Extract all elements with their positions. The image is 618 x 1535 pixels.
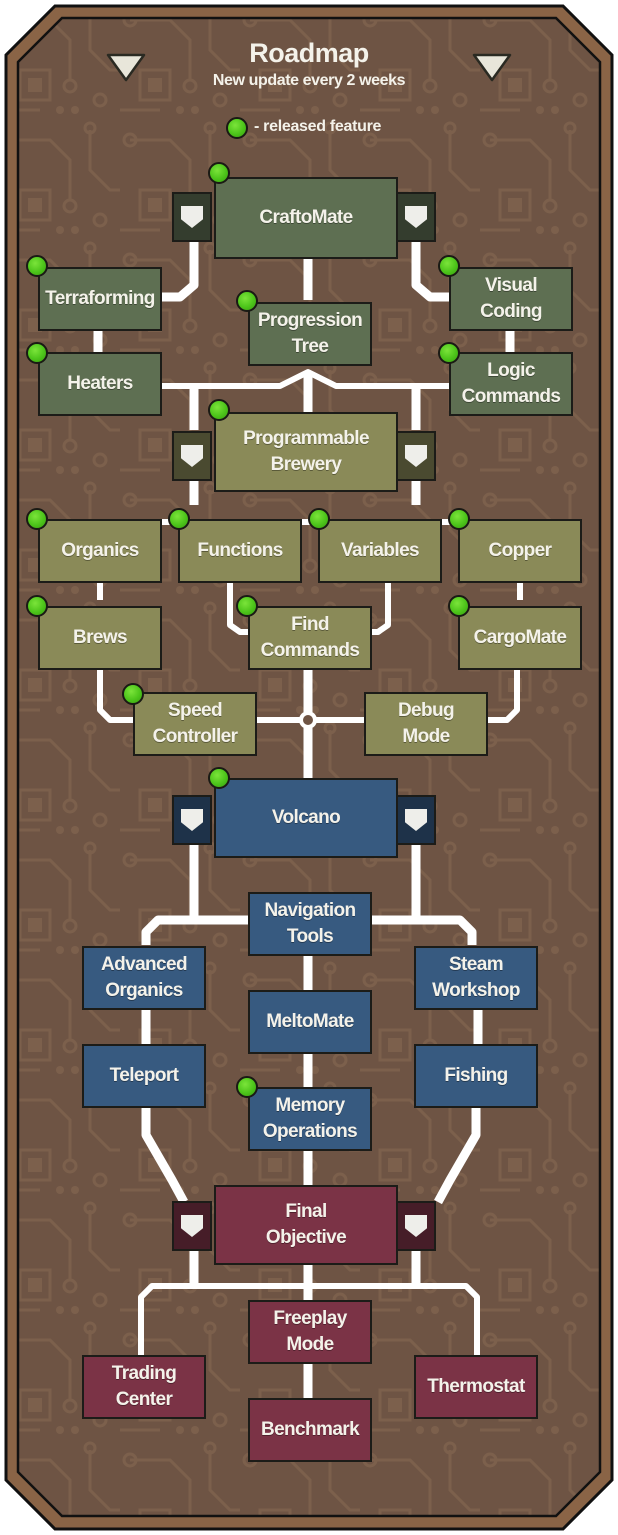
shield-icon [181, 206, 203, 228]
feature-meltomate[interactable]: MeltoMate [248, 990, 372, 1054]
released-dot-icon [208, 399, 230, 421]
milestone-volcano[interactable]: Volcano [214, 778, 398, 858]
released-dot-icon [208, 162, 230, 184]
page-subtitle: New update every 2 weeks [212, 72, 406, 89]
feature-teleport[interactable]: Teleport [82, 1044, 206, 1108]
shield-icon [181, 445, 203, 467]
feature-copper[interactable]: Copper [458, 519, 582, 583]
feature-organics[interactable]: Organics [38, 519, 162, 583]
feature-heaters[interactable]: Heaters [38, 352, 162, 416]
feature-cargomate[interactable]: CargoMate [458, 606, 582, 670]
released-dot-icon [448, 595, 470, 617]
final-right-tab[interactable] [396, 1201, 436, 1251]
page-title: Roadmap [249, 38, 369, 68]
shield-icon [181, 1215, 203, 1237]
milestone-craftomate[interactable]: CraftoMate [214, 177, 398, 259]
feature-brews[interactable]: Brews [38, 606, 162, 670]
feature-logic-commands[interactable]: Logic Commands [449, 352, 573, 416]
released-dot-icon [122, 683, 144, 705]
craftomate-right-tab[interactable] [396, 192, 436, 242]
feature-terraforming[interactable]: Terraforming [38, 267, 162, 331]
released-dot-icon [236, 595, 258, 617]
brewery-left-tab[interactable] [172, 431, 212, 481]
milestone-programmable-brewery[interactable]: Programmable Brewery [214, 412, 398, 492]
released-dot-icon [236, 1076, 258, 1098]
final-left-tab[interactable] [172, 1201, 212, 1251]
feature-thermostat[interactable]: Thermostat [414, 1355, 538, 1419]
released-dot-icon [26, 508, 48, 530]
released-dot-icon [26, 342, 48, 364]
legend-released-dot-icon [226, 117, 248, 139]
feature-steam-workshop[interactable]: Steam Workshop [414, 946, 538, 1010]
released-dot-icon [208, 767, 230, 789]
feature-functions[interactable]: Functions [178, 519, 302, 583]
feature-speed-controller[interactable]: Speed Controller [133, 692, 257, 756]
feature-trading-center[interactable]: Trading Center [82, 1355, 206, 1419]
released-dot-icon [438, 255, 460, 277]
legend-label: - released feature [254, 118, 382, 135]
feature-freeplay-mode[interactable]: Freeplay Mode [248, 1300, 372, 1364]
feature-benchmark[interactable]: Benchmark [248, 1398, 372, 1462]
feature-navigation-tools[interactable]: Navigation Tools [248, 892, 372, 956]
shield-icon [405, 206, 427, 228]
released-dot-icon [308, 508, 330, 530]
feature-fishing[interactable]: Fishing [414, 1044, 538, 1108]
released-dot-icon [26, 255, 48, 277]
feature-progression-tree[interactable]: Progression Tree [248, 302, 372, 366]
volcano-right-tab[interactable] [396, 795, 436, 845]
brewery-right-tab[interactable] [396, 431, 436, 481]
shield-icon [405, 1215, 427, 1237]
released-dot-icon [168, 508, 190, 530]
released-dot-icon [236, 290, 258, 312]
released-dot-icon [26, 595, 48, 617]
released-dot-icon [448, 508, 470, 530]
feature-advanced-organics[interactable]: Advanced Organics [82, 946, 206, 1010]
shield-icon [405, 809, 427, 831]
feature-debug-mode[interactable]: Debug Mode [364, 692, 488, 756]
craftomate-left-tab[interactable] [172, 192, 212, 242]
shield-icon [181, 809, 203, 831]
feature-find-commands[interactable]: Find Commands [248, 606, 372, 670]
feature-visual-coding[interactable]: Visual Coding [449, 267, 573, 331]
feature-memory-operations[interactable]: Memory Operations [248, 1087, 372, 1151]
milestone-final-objective[interactable]: Final Objective [214, 1185, 398, 1265]
shield-icon [405, 445, 427, 467]
volcano-left-tab[interactable] [172, 795, 212, 845]
feature-variables[interactable]: Variables [318, 519, 442, 583]
released-dot-icon [438, 342, 460, 364]
